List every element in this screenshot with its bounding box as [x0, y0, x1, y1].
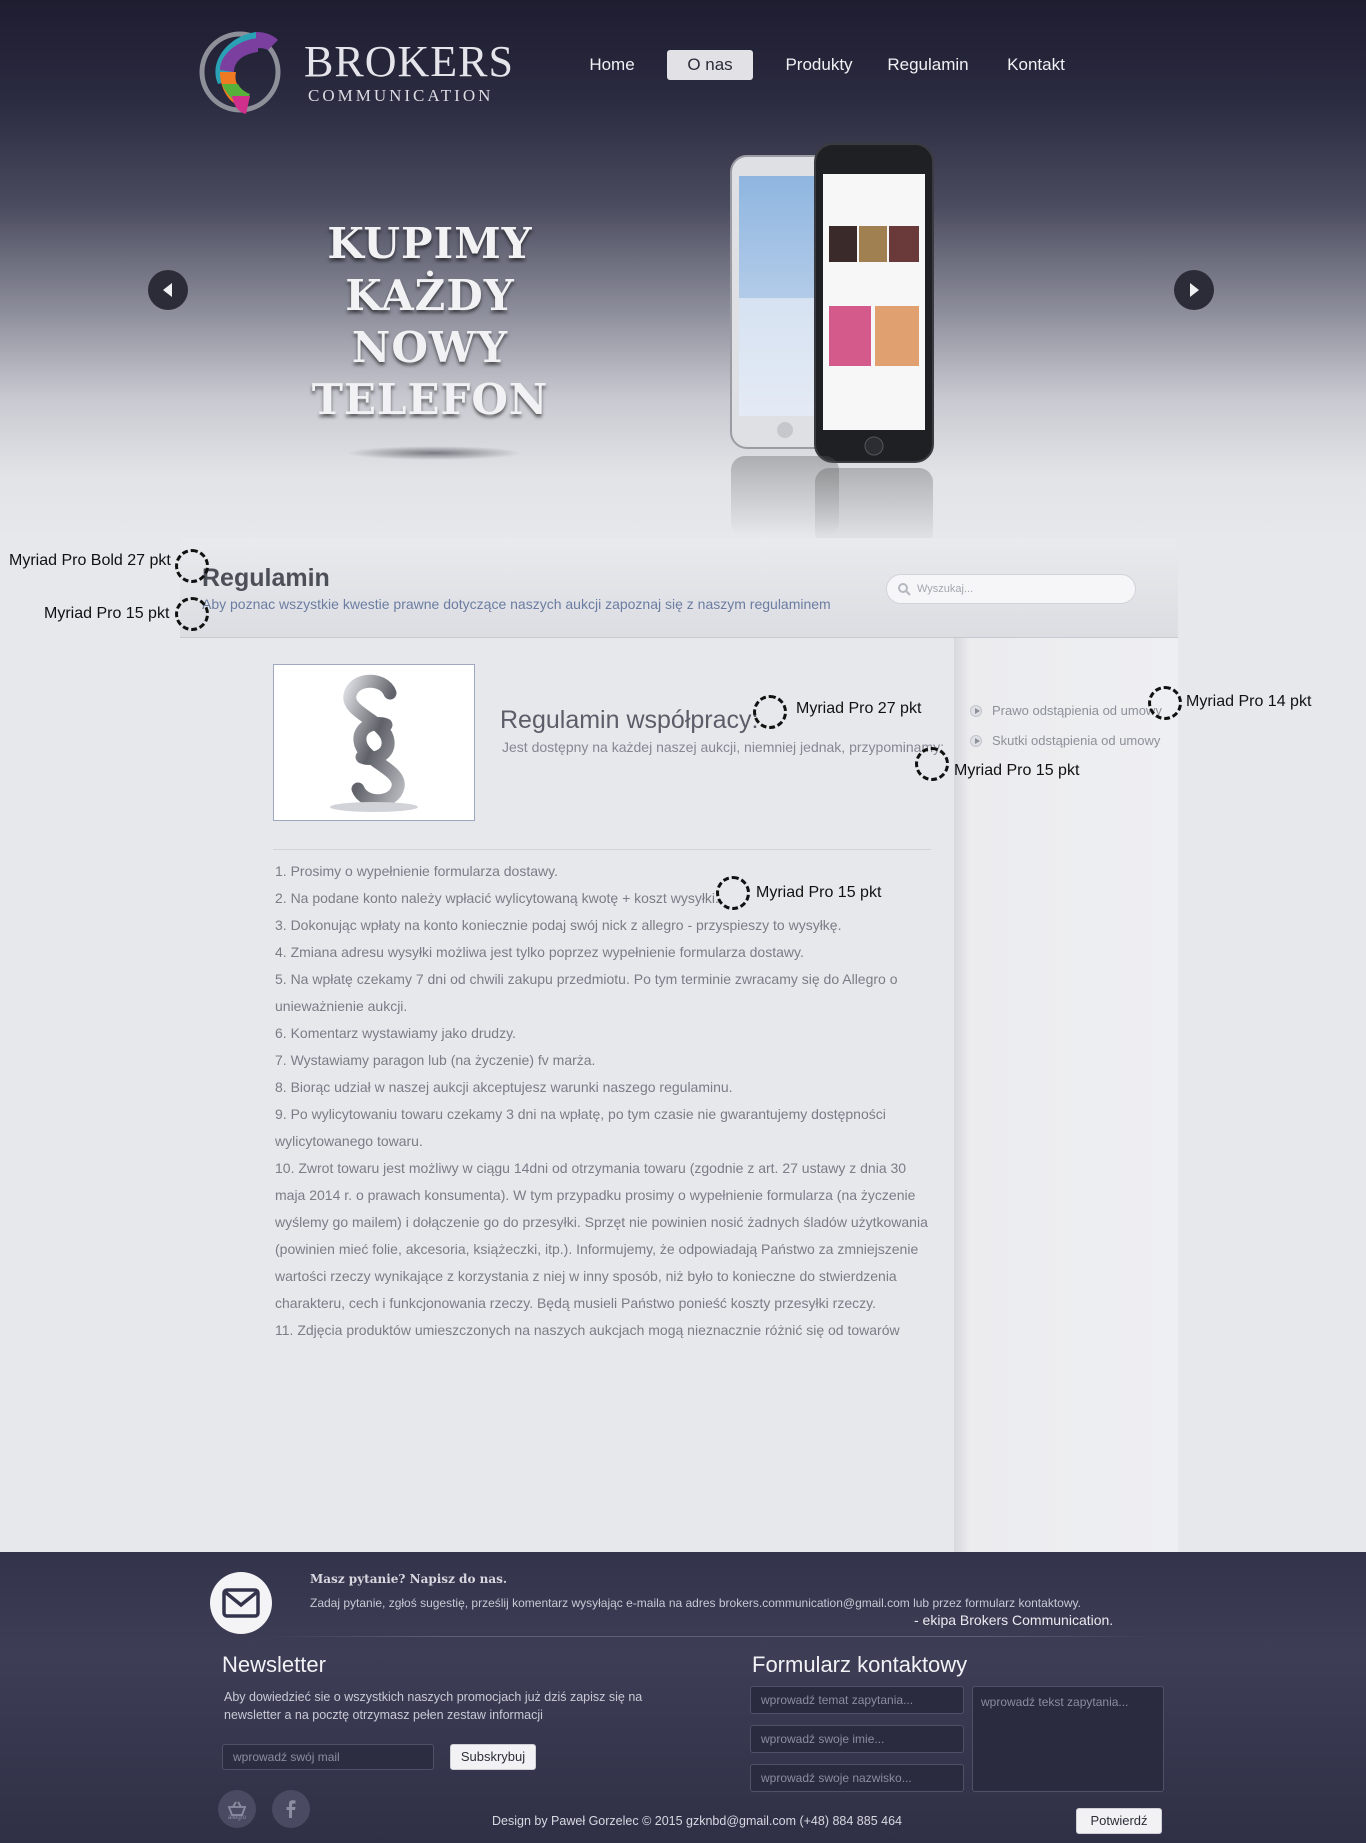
rules-list: 1. Prosimy o wypełnienie formularza dost…	[275, 858, 935, 1344]
search-icon	[898, 583, 911, 596]
rule-item: 11. Zdjęcia produktów umieszczonych na n…	[275, 1322, 900, 1338]
slider-prev-button[interactable]	[148, 270, 188, 310]
annotation-marker	[915, 747, 949, 781]
bullet-arrow-icon	[970, 705, 982, 717]
annotation-label: Myriad Pro Bold 27 pkt	[9, 552, 171, 569]
hero-line: KAŻDY	[345, 271, 515, 320]
brand-name: BROKERS	[304, 37, 514, 86]
nav-item-kontakt[interactable]: Kontakt	[990, 50, 1082, 80]
sidebar-link-skutki-odstapienia[interactable]: Skutki odstąpienia od umowy	[970, 726, 1162, 756]
hero-line: NOWY	[351, 323, 509, 372]
newsletter-text: Aby dowiedzieć sie o wszystkich naszych …	[224, 1690, 643, 1722]
contact-form-title: Formularz kontaktowy	[752, 1652, 968, 1677]
copyright: Design by Paweł Gorzelec © 2015 gzknbd@g…	[492, 1814, 902, 1828]
page-title: Regulamin	[202, 564, 330, 592]
slider-next-button[interactable]	[1174, 270, 1214, 310]
content-divider	[273, 849, 931, 850]
annotation-label: Myriad Pro 15 pkt	[756, 884, 882, 901]
rule-item: 10. Zwrot towaru jest możliwy w ciągu 14…	[275, 1160, 928, 1311]
footer-divider	[260, 1636, 1160, 1637]
mail-badge	[210, 1572, 272, 1634]
nav-item-o-nas[interactable]: O nas	[667, 50, 753, 80]
search-input[interactable]	[917, 579, 1127, 599]
brand-logo[interactable]: BROKERS COMMUNICATION	[198, 22, 513, 120]
annotation-marker	[175, 549, 209, 583]
paragraph-section-icon	[330, 674, 418, 812]
rule-item: 4. Zmiana adresu wysyłki możliwa jest ty…	[275, 944, 804, 960]
contact-last-name-input[interactable]	[750, 1764, 964, 1792]
sidebar-link-label: Skutki odstąpienia od umowy	[992, 733, 1161, 748]
rule-item: 3. Dokonując wpłaty na konto koniecznie …	[275, 917, 842, 933]
newsletter-title: Newsletter	[222, 1652, 326, 1677]
envelope-icon	[222, 1588, 260, 1618]
rule-item: 7. Wystawiamy paragon lub (na życzenie) …	[275, 1052, 596, 1068]
sidebar-link-label: Prawo odstąpienia od umowy	[992, 703, 1162, 718]
search-box	[886, 574, 1136, 604]
annotation-marker	[175, 597, 209, 631]
hero-line: KUPIMY	[327, 219, 533, 268]
question-title: Masz pytanie? Napisz do nas.	[310, 1572, 508, 1586]
newsletter-email-input[interactable]	[222, 1744, 434, 1770]
nav-item-produkty[interactable]: Produkty	[772, 50, 866, 80]
hero-line: TELEFON	[311, 375, 549, 424]
section-sign-image	[273, 664, 475, 821]
question-text: Zadaj pytanie, zgłoś sugestię, prześlij …	[310, 1596, 1081, 1610]
rule-item: 5. Na wpłatę czekamy 7 dni od chwili zak…	[275, 971, 898, 1014]
nav-item-home[interactable]: Home	[570, 50, 654, 80]
content-title: Regulamin współpracy:	[500, 706, 759, 734]
sidebar-link-prawo-odstapienia[interactable]: Prawo odstąpienia od umowy	[970, 696, 1162, 726]
annotation-label: Myriad Pro 15 pkt	[954, 762, 1080, 779]
annotation-marker	[716, 876, 750, 910]
question-signature: - ekipa Brokers Communication.	[914, 1612, 1114, 1628]
rule-item: 1. Prosimy o wypełnienie formularza dost…	[275, 863, 558, 879]
nav-item-regulamin[interactable]: Regulamin	[878, 50, 978, 80]
triangle-right-icon	[1190, 283, 1199, 297]
logo-mark-icon	[199, 31, 281, 114]
contact-first-name-input[interactable]	[750, 1725, 964, 1753]
page-header: Regulamin Aby poznac wszystkie kwestie p…	[180, 538, 1178, 638]
hero-headline: KUPIMY KAŻDY NOWY TELEFON	[300, 218, 560, 426]
rule-item: 9. Po wylicytowaniu towaru czekamy 3 dni…	[275, 1106, 886, 1149]
annotation-label: Myriad Pro 27 pkt	[796, 700, 922, 717]
footer: Masz pytanie? Napisz do nas. Zadaj pytan…	[0, 1552, 1366, 1843]
hero-section: BROKERS COMMUNICATION Home O nas Produkt…	[0, 0, 1366, 540]
subscribe-button[interactable]: Subskrybuj	[450, 1744, 536, 1770]
hero-text-shadow	[346, 446, 522, 460]
triangle-left-icon	[163, 283, 172, 297]
brand-tagline: COMMUNICATION	[308, 86, 494, 105]
annotation-label: Myriad Pro 14 pkt	[1186, 693, 1312, 710]
contact-message-textarea[interactable]	[972, 1686, 1164, 1792]
annotation-marker	[1148, 686, 1182, 720]
content-subtitle: Jest dostępny na każdej naszej aukcji, n…	[502, 739, 945, 755]
page-subtitle: Aby poznac wszystkie kwestie prawne doty…	[202, 596, 831, 612]
sidebar-links: Prawo odstąpienia od umowy Skutki odstąp…	[970, 696, 1162, 756]
rule-item: 8. Biorąc udział w naszej aukcji akceptu…	[275, 1079, 733, 1095]
annotation-label: Myriad Pro 15 pkt	[44, 605, 170, 622]
contact-subject-input[interactable]	[750, 1686, 964, 1714]
bullet-arrow-icon	[970, 735, 982, 747]
rule-item: 6. Komentarz wystawiamy jako drudzy.	[275, 1025, 516, 1041]
smartphones-image	[730, 143, 934, 540]
annotation-marker	[753, 695, 787, 729]
